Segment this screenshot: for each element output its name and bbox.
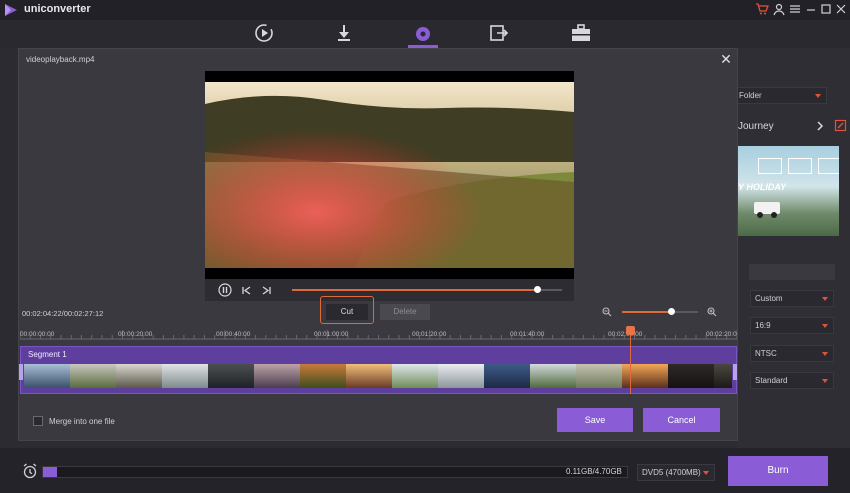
- disc-usage-bar: [42, 466, 628, 478]
- alarm-clock-icon[interactable]: [22, 463, 38, 479]
- previous-frame-icon[interactable]: [241, 285, 252, 296]
- template-name: Journey: [738, 121, 774, 132]
- app-logo-icon: [5, 4, 17, 16]
- merge-label: Merge into one file: [49, 417, 115, 426]
- ruler-label: 00:00:00:00: [20, 331, 55, 338]
- edit-icon[interactable]: [834, 119, 847, 132]
- tv-standard-select[interactable]: NTSC: [750, 345, 834, 362]
- wheel: [771, 212, 777, 218]
- chevron-down-icon: [822, 324, 828, 328]
- transfer-icon[interactable]: [488, 22, 510, 44]
- select-value: NTSC: [755, 349, 777, 358]
- playhead-line: [630, 330, 631, 394]
- filmstrip-thumbnail: [714, 364, 732, 388]
- burn-icon[interactable]: [412, 22, 434, 44]
- dialog-close-icon[interactable]: ✕: [718, 51, 734, 67]
- select-value: DVD5 (4700MB): [642, 468, 701, 477]
- filmstrip-thumbnail: [622, 364, 668, 388]
- save-button[interactable]: Save: [557, 408, 633, 432]
- app-name: uniconverter: [24, 3, 91, 15]
- dialog-title: videoplayback.mp4: [26, 55, 95, 64]
- burn-button[interactable]: Burn: [728, 456, 828, 486]
- zoom-in-icon[interactable]: [707, 307, 717, 317]
- cart-icon[interactable]: [755, 2, 769, 16]
- next-frame-icon[interactable]: [261, 285, 272, 296]
- title-bar: [0, 0, 850, 20]
- chevron-down-icon: [703, 471, 709, 475]
- download-icon[interactable]: [333, 22, 355, 44]
- output-folder-select[interactable]: Folder: [733, 87, 827, 104]
- filmstrip-thumbnail: [438, 364, 484, 388]
- minimize-icon[interactable]: [804, 2, 818, 16]
- zoom-out-icon[interactable]: [602, 307, 612, 317]
- disc-label-field[interactable]: [749, 264, 835, 280]
- disc-capacity-text: 0.11GB/4.70GB: [566, 467, 622, 476]
- menu-type-select[interactable]: Custom: [750, 290, 834, 307]
- filmstrip-thumbnail: [162, 364, 208, 388]
- delete-button[interactable]: Delete: [380, 304, 430, 320]
- cut-button[interactable]: Cut: [326, 304, 368, 320]
- select-value: 16:9: [755, 321, 771, 330]
- disc-usage-fill: [43, 467, 58, 477]
- chevron-right-icon[interactable]: [814, 120, 826, 132]
- maximize-icon[interactable]: [819, 2, 833, 16]
- filmstrip-thumbnail: [346, 364, 392, 388]
- ruler-label: 00:01:40:00: [510, 331, 545, 338]
- playhead-handle[interactable]: [626, 326, 635, 335]
- chevron-down-icon: [815, 94, 821, 98]
- menu-icon[interactable]: [788, 2, 802, 16]
- segment-end-handle[interactable]: [733, 364, 737, 380]
- wheel: [757, 212, 763, 218]
- filmstrip-thumbnail: [668, 364, 714, 388]
- app-window: uniconverter Folder Journey Y HOLIDAY Cu…: [0, 0, 850, 493]
- filmstrip-thumbnail: [530, 364, 576, 388]
- disc-type-select[interactable]: DVD5 (4700MB): [637, 464, 715, 481]
- ruler-label: 00:00:40:00: [216, 331, 251, 338]
- menu-frame: [758, 158, 782, 174]
- filmstrip-thumbnail: [70, 364, 116, 388]
- segment-label: Segment 1: [28, 350, 67, 359]
- ruler-label: 00:02:20:00: [706, 331, 737, 338]
- pause-icon[interactable]: [218, 283, 232, 297]
- video-frame: [205, 82, 574, 268]
- toolbox-icon[interactable]: [570, 22, 592, 44]
- time-readout: 00:02:04:22/00:02:27:12: [22, 309, 104, 318]
- ruler-label: 00:00:20:00: [118, 331, 153, 338]
- close-icon[interactable]: [834, 2, 848, 16]
- filmstrip-thumbnail: [24, 364, 70, 388]
- playback-slider-fill: [292, 289, 538, 291]
- zoom-slider-thumb[interactable]: [667, 308, 675, 315]
- filmstrip-thumbnail: [254, 364, 300, 388]
- merge-checkbox[interactable]: [33, 416, 43, 426]
- aspect-ratio-select[interactable]: 16:9: [750, 317, 834, 334]
- filmstrip-thumbnail: [576, 364, 622, 388]
- select-value: Custom: [755, 294, 783, 303]
- ruler-label: 00:01:20:00: [412, 331, 447, 338]
- menu-frame: [818, 158, 839, 174]
- convert-icon[interactable]: [253, 22, 275, 44]
- ruler-label: 00:01:00:00: [314, 331, 349, 338]
- filmstrip-thumbnail: [484, 364, 530, 388]
- template-thumbnail[interactable]: Y HOLIDAY: [738, 146, 839, 236]
- template-text: Y HOLIDAY: [738, 182, 787, 192]
- filmstrip-thumbnail: [300, 364, 346, 388]
- filmstrip-thumbnail: [116, 364, 162, 388]
- filmstrip-thumbnail: [208, 364, 254, 388]
- select-value: Standard: [755, 376, 788, 385]
- zoom-slider-fill: [622, 311, 672, 313]
- filmstrip-thumbnail: [392, 364, 438, 388]
- chevron-down-icon: [822, 352, 828, 356]
- chevron-down-icon: [822, 379, 828, 383]
- account-icon[interactable]: [772, 2, 786, 16]
- quality-select[interactable]: Standard: [750, 372, 834, 389]
- cancel-button[interactable]: Cancel: [643, 408, 720, 432]
- segment-start-handle[interactable]: [19, 364, 23, 380]
- folder-label: Folder: [739, 91, 762, 100]
- menu-frame: [788, 158, 812, 174]
- chevron-down-icon: [822, 297, 828, 301]
